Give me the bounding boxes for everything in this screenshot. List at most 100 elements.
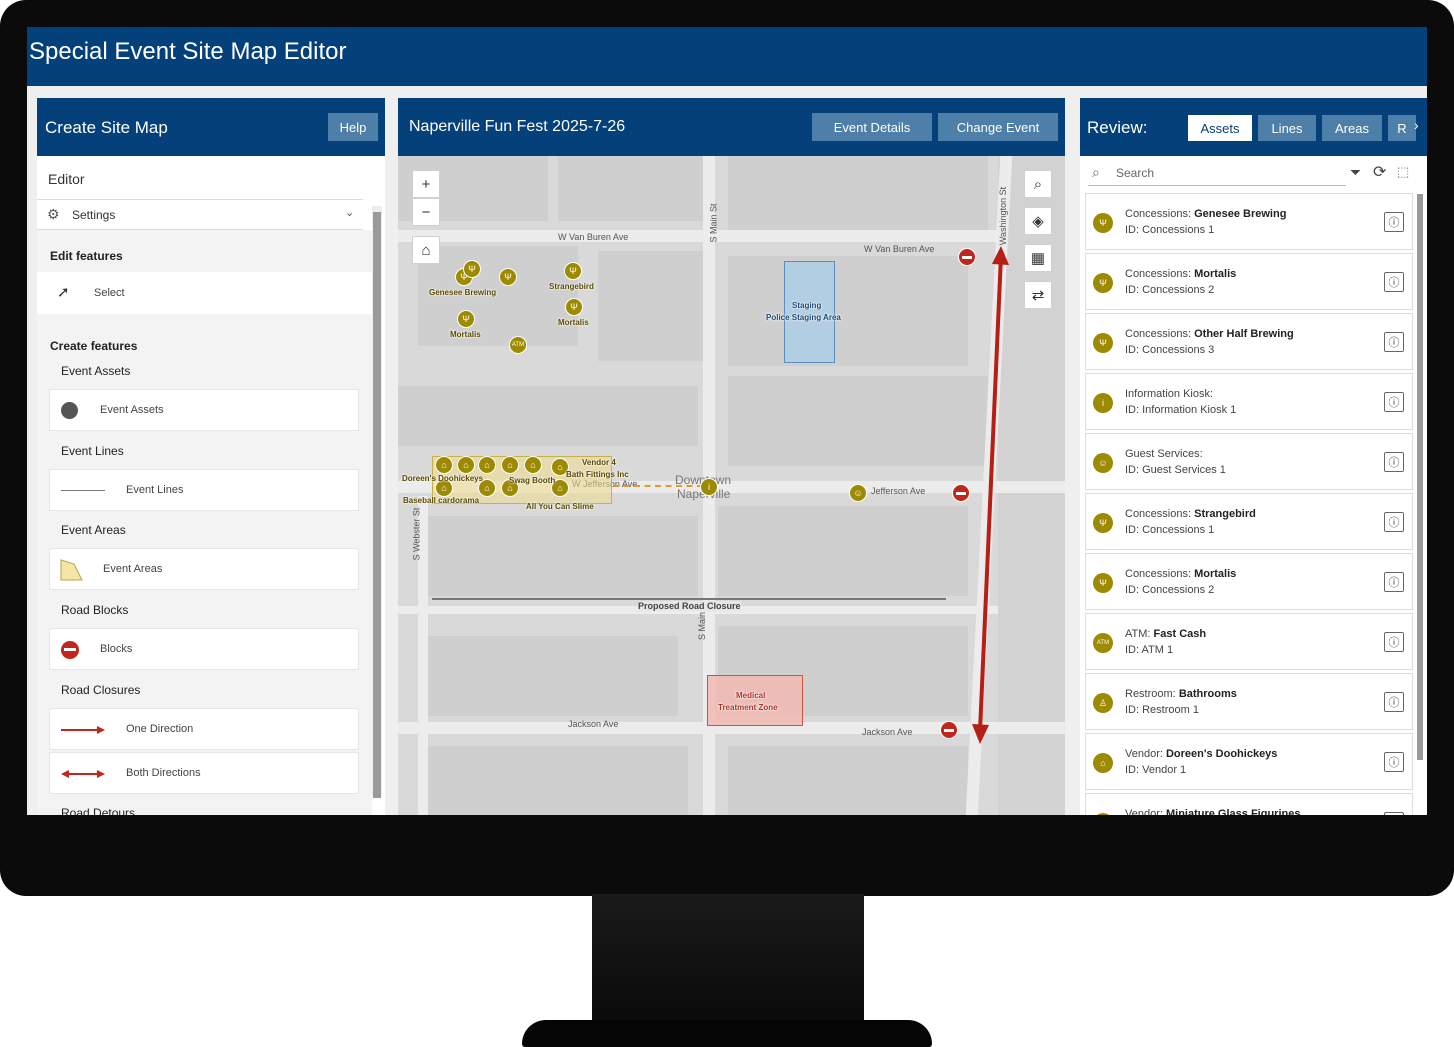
measure-icon[interactable]: ⇄	[1024, 281, 1052, 309]
review-list-item[interactable]: ☺ Guest Services: ID: Guest Services 1 ⓘ	[1085, 433, 1413, 490]
concessions-pin[interactable]: Ψ	[565, 298, 583, 316]
zoom-out-button[interactable]: −	[412, 198, 440, 226]
left-scrollbar[interactable]	[372, 206, 382, 798]
event-assets-template[interactable]: Event Assets	[49, 389, 359, 431]
review-list-item[interactable]: Ψ Concessions: Genesee Brewing ID: Concess…	[1085, 193, 1413, 250]
map-view[interactable]: W Van Buren Ave W Van Buren Ave S Main S…	[398, 156, 1065, 815]
road-block-icon[interactable]	[952, 484, 970, 502]
road-block-icon[interactable]	[958, 248, 976, 266]
review-list-item[interactable]: ♙ Restroom: Bathrooms ID: Restroom 1 ⓘ	[1085, 673, 1413, 730]
home-icon[interactable]: ⌂	[412, 236, 440, 264]
guest-services-pin[interactable]: ☺	[849, 484, 867, 502]
street-label: Jackson Ave	[862, 727, 913, 737]
street-label: Jackson Ave	[568, 719, 619, 729]
search-input[interactable]: Search	[1116, 166, 1154, 180]
event-lines-template[interactable]: Event Lines	[49, 469, 359, 511]
medical-label: Medical	[736, 691, 766, 700]
tab-more[interactable]: R	[1388, 115, 1416, 141]
polygon-symbol-icon	[60, 559, 83, 581]
event-areas-template[interactable]: Event Areas	[49, 548, 359, 590]
vendor-pin[interactable]: ⌂	[478, 456, 496, 474]
item-id: ID: Restroom 1	[1125, 704, 1199, 716]
info-icon[interactable]: ⓘ	[1384, 572, 1404, 592]
review-list-item[interactable]: Ψ Concessions: Mortalis ID: Concessions 2 ⓘ	[1085, 253, 1413, 310]
event-areas-heading: Event Areas	[61, 523, 126, 537]
item-category: Concessions: Mortalis	[1125, 568, 1236, 580]
proposed-road-closure-line[interactable]	[432, 598, 946, 600]
info-icon[interactable]: ⓘ	[1384, 452, 1404, 472]
event-details-button[interactable]: Event Details	[812, 113, 932, 141]
concessions-pin[interactable]: Ψ	[463, 260, 481, 278]
create-site-map-header: Create Site Map Help	[37, 98, 385, 156]
one-direction-template[interactable]: One Direction	[49, 708, 359, 750]
concessions-pin[interactable]: Ψ	[564, 262, 582, 280]
settings-row[interactable]: ⚙ Settings ⌄	[37, 199, 363, 230]
search-icon[interactable]: ⌕	[1024, 170, 1052, 198]
event-line-dashed[interactable]	[613, 485, 703, 487]
basemap-gallery-icon[interactable]: ▦	[1024, 244, 1052, 272]
event-title: Naperville Fun Fest 2025-7-26	[409, 118, 626, 135]
tab-assets[interactable]: Assets	[1188, 115, 1252, 141]
zoom-in-button[interactable]: +	[412, 170, 440, 198]
vendor-pin[interactable]: ⌂	[435, 456, 453, 474]
review-list-item[interactable]: ⌂ Vendor: Miniature Glass Figurines ⓘ	[1085, 793, 1413, 815]
info-icon[interactable]: ⓘ	[1384, 632, 1404, 652]
help-button[interactable]: Help	[328, 113, 378, 141]
item-id: ID: Guest Services 1	[1125, 464, 1226, 476]
vendor4-label: Vendor 4	[582, 458, 616, 467]
street-label: Jefferson Ave	[871, 486, 926, 496]
review-scrollbar[interactable]	[1417, 194, 1423, 760]
info-kiosk-pin[interactable]: i	[700, 478, 718, 496]
item-id: ID: Vendor 1	[1125, 764, 1187, 776]
review-list-item[interactable]: i Information Kiosk: ID: Information Kios…	[1085, 373, 1413, 430]
review-list-item[interactable]: ATM ATM: Fast Cash ID: ATM 1 ⓘ	[1085, 613, 1413, 670]
info-icon[interactable]: ⓘ	[1384, 272, 1404, 292]
item-category: Vendor: Miniature Glass Figurines	[1125, 808, 1300, 815]
review-list-item[interactable]: Ψ Concessions: Strangebird ID: Concessions…	[1085, 493, 1413, 550]
item-category: Concessions: Genesee Brewing	[1125, 208, 1286, 220]
item-category-label: Vendor:	[1125, 808, 1163, 815]
review-list-item[interactable]: Ψ Concessions: Other Half Brewing ID: Conc…	[1085, 313, 1413, 370]
review-list-item[interactable]: ⌂ Vendor: Doreen's Doohickeys ID: Vendor 1…	[1085, 733, 1413, 790]
item-name: Other Half Brewing	[1194, 328, 1294, 340]
select-tool[interactable]: ➚ Select	[37, 272, 372, 314]
scrollbar-thumb[interactable]	[373, 212, 381, 798]
info-icon[interactable]: ⓘ	[1384, 332, 1404, 352]
tab-areas[interactable]: Areas	[1322, 115, 1382, 141]
clear-selection-icon[interactable]: ⬚	[1397, 164, 1409, 180]
vendor-pin[interactable]: ⌂	[524, 456, 542, 474]
filter-icon[interactable]: ⏷	[1350, 164, 1361, 181]
info-icon[interactable]: ⓘ	[1384, 692, 1404, 712]
road-blocks-heading: Road Blocks	[61, 603, 129, 617]
atm-pin[interactable]: ATM	[509, 336, 527, 354]
refresh-icon[interactable]: ⟳	[1373, 162, 1386, 182]
road-closure-arrow[interactable]	[968, 246, 1018, 746]
layers-icon[interactable]: ◈	[1024, 207, 1052, 235]
info-icon[interactable]: ⓘ	[1384, 752, 1404, 772]
road-blocks-template[interactable]: Blocks	[49, 628, 359, 670]
info-icon[interactable]: ⓘ	[1384, 812, 1404, 815]
info-icon[interactable]: ⓘ	[1384, 512, 1404, 532]
vendor-pin[interactable]: ⌂	[457, 456, 475, 474]
item-name: Strangebird	[1194, 508, 1256, 520]
tab-lines[interactable]: Lines	[1258, 115, 1316, 141]
change-event-button[interactable]: Change Event	[938, 113, 1058, 141]
review-list-item[interactable]: Ψ Concessions: Mortalis ID: Concessions 2 ⓘ	[1085, 553, 1413, 610]
both-directions-template[interactable]: Both Directions	[49, 752, 359, 794]
vendor-pin[interactable]: ⌂	[501, 456, 519, 474]
chevron-right-icon[interactable]: ›	[1414, 117, 1419, 133]
info-icon[interactable]: ⓘ	[1384, 392, 1404, 412]
proposed-closure-label: Proposed Road Closure	[638, 601, 741, 611]
chevron-down-icon: ⌄	[345, 207, 355, 219]
police-staging-area[interactable]	[784, 261, 835, 363]
search-icon: ⌕	[1092, 164, 1100, 180]
concessions-pin[interactable]: Ψ	[457, 310, 475, 328]
info-icon[interactable]: ⓘ	[1384, 212, 1404, 232]
road-block-icon[interactable]	[940, 721, 958, 739]
search-bar[interactable]: ⌕ Search	[1088, 162, 1346, 186]
medical-treatment-zone[interactable]	[707, 675, 803, 726]
concessions-pin[interactable]: Ψ	[499, 268, 517, 286]
item-name: Fast Cash	[1153, 628, 1207, 640]
event-lines-label: Event Lines	[126, 484, 184, 496]
both-directions-label: Both Directions	[126, 767, 201, 779]
